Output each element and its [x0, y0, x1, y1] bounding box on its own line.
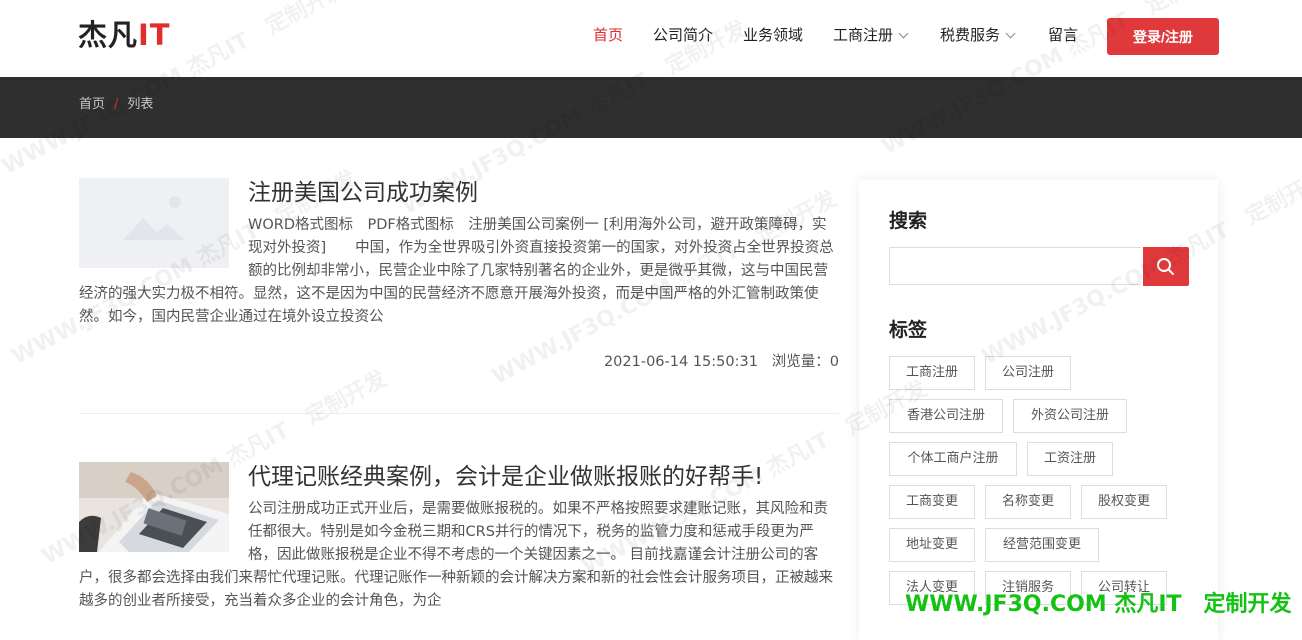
nav-item-home[interactable]: 首页 [593, 24, 623, 46]
chevron-down-icon [898, 28, 909, 39]
tag-item[interactable]: 个体工商户注册 [889, 442, 1017, 476]
article-title[interactable]: 代理记账经典案例，会计是企业做账报账的好帮手! [248, 462, 763, 492]
tag-item[interactable]: 香港公司注册 [889, 399, 1003, 433]
tag-item[interactable]: 工资注册 [1027, 442, 1113, 476]
search-heading: 搜索 [889, 210, 928, 232]
logo-accent-text: IT [138, 18, 171, 52]
login-register-button[interactable]: 登录/注册 [1107, 18, 1219, 55]
article-summary: 公司注册成功正式开业后，是需要做账报税的。如果不严格按照要求建账记账，其风险和责… [79, 498, 839, 613]
article-title[interactable]: 注册美国公司成功案例 [248, 178, 478, 208]
tag-item[interactable]: 名称变更 [985, 485, 1071, 519]
nav-item-tax-label: 税费服务 [940, 26, 1001, 44]
tag-item[interactable]: 公司注册 [985, 356, 1071, 390]
breadcrumb-home-link[interactable]: 首页 [79, 97, 105, 112]
nav-item-registration-label: 工商注册 [833, 26, 894, 44]
watermark-bottom-text: WWW.JF3Q.COM 杰凡IT 定制开发 [905, 592, 1292, 617]
logo-text: 杰凡 [78, 18, 139, 52]
search-icon [1157, 258, 1174, 275]
tags-heading: 标签 [889, 319, 928, 341]
article-item: 代理记账经典案例，会计是企业做账报账的好帮手! 公司注册成功正式开业后，是需要做… [79, 462, 839, 632]
tag-item[interactable]: 工商变更 [889, 485, 975, 519]
article-item: 注册美国公司成功案例 WORD格式图标 PDF格式图标 注册美国公司案例一 [利… [79, 178, 839, 378]
breadcrumb-current: 列表 [127, 97, 154, 112]
nav-item-about[interactable]: 公司简介 [653, 24, 713, 46]
search-input[interactable] [889, 247, 1141, 285]
tag-item[interactable]: 股权变更 [1081, 485, 1167, 519]
tag-item[interactable]: 外资公司注册 [1013, 399, 1127, 433]
article-date: 2021-06-14 15:50:31 [603, 354, 758, 370]
article-meta: 2021-06-14 15:50:31 浏览量：0 [604, 352, 839, 372]
nav-item-registration[interactable]: 工商注册 [833, 24, 909, 46]
site-header: 杰凡IT 首页 公司简介 业务领域 工商注册 税费服务 留言 登录/注册 [0, 0, 1302, 76]
article-views-count: 0 [829, 354, 839, 370]
article-divider [79, 413, 839, 414]
tag-item[interactable]: 经营范围变更 [985, 528, 1099, 562]
tag-item[interactable]: 工商注册 [889, 356, 975, 390]
nav-item-tax[interactable]: 税费服务 [940, 24, 1016, 46]
tag-item[interactable]: 地址变更 [889, 528, 975, 562]
article-summary: WORD格式图标 PDF格式图标 注册美国公司案例一 [利用海外公司，避开政策障… [79, 214, 839, 329]
chevron-down-icon [1005, 28, 1016, 39]
nav-item-business[interactable]: 业务领域 [743, 24, 803, 46]
article-views-label: 浏览量： [771, 354, 830, 370]
nav-item-message[interactable]: 留言 [1048, 24, 1078, 46]
sidebar: 搜索 标签 工商注册 公司注册 香港公司注册 外资公司注册 个体工商户注册 工资… [859, 180, 1218, 640]
search-button[interactable] [1143, 247, 1189, 286]
site-logo[interactable]: 杰凡IT [78, 17, 171, 53]
breadcrumb-separator: / [114, 97, 119, 112]
breadcrumb: 首页 / 列表 [79, 95, 153, 115]
breadcrumb-bar: 首页 / 列表 [0, 77, 1302, 138]
